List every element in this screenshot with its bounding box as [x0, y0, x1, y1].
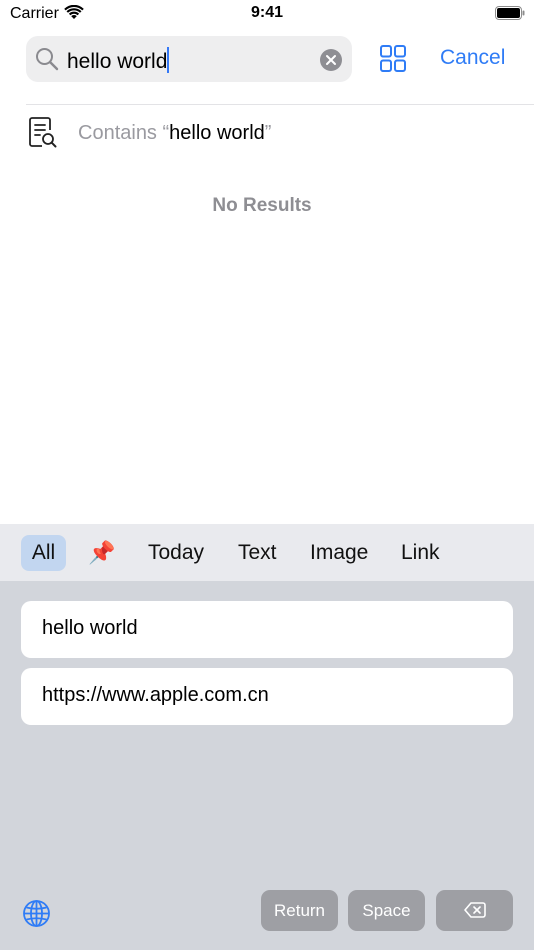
globe-icon[interactable] [22, 899, 51, 933]
filter-bar: All 📌 Today Text Image Link [0, 524, 534, 581]
document-search-icon [28, 116, 58, 155]
clipboard-item[interactable]: https://www.apple.com.cn [21, 668, 513, 725]
clipboard-item[interactable]: hello world [21, 601, 513, 658]
status-bar: Carrier 9:41 [0, 0, 534, 30]
contains-query: hello world [169, 122, 265, 144]
search-icon [35, 47, 59, 76]
divider [26, 104, 534, 105]
text-caret [167, 47, 170, 73]
filter-today[interactable]: Today [148, 535, 204, 571]
filter-text[interactable]: Text [238, 535, 277, 571]
contains-text: Contains “hello world” [78, 122, 271, 145]
filter-all[interactable]: All [21, 535, 66, 571]
search-query: hello world [67, 50, 168, 73]
search-input[interactable]: hello world [67, 47, 170, 74]
contains-suggestion-row[interactable]: Contains “hello world” [0, 110, 534, 156]
clipboard-item-text: https://www.apple.com.cn [42, 684, 269, 706]
clear-icon [326, 55, 336, 65]
filter-image[interactable]: Image [310, 535, 368, 571]
search-field[interactable]: hello world [26, 36, 352, 82]
space-key[interactable]: Space [348, 890, 425, 931]
clock: 9:41 [250, 4, 284, 21]
delete-key[interactable] [436, 890, 513, 931]
grid-icon [380, 45, 406, 72]
battery-icon [495, 6, 525, 25]
clipboard-keyboard: hello world https://www.apple.com.cn Ret… [0, 581, 534, 950]
close-quote: ” [264, 122, 272, 144]
no-results-label: No Results [212, 195, 312, 216]
return-key[interactable]: Return [261, 890, 338, 931]
cancel-button[interactable]: Cancel [440, 46, 505, 70]
clipboard-item-text: hello world [42, 617, 138, 639]
pushpin-icon[interactable]: 📌 [88, 534, 116, 570]
contains-label: Contains [78, 122, 163, 144]
filter-link[interactable]: Link [401, 535, 440, 571]
backspace-icon [463, 902, 486, 918]
clear-search-button[interactable] [320, 49, 342, 71]
grid-view-button[interactable] [380, 45, 406, 72]
